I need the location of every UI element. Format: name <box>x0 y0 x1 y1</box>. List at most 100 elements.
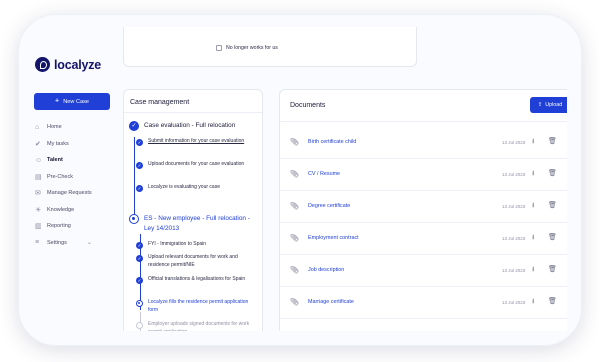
download-icon[interactable]: ⭳ <box>532 297 534 308</box>
document-row[interactable]: 📎︎ Employment contract 13 Jul 2023 ⭳ 🗑︎ <box>280 223 567 255</box>
step-label: Upload relevant documents for work and r… <box>148 254 238 268</box>
timeline-line <box>133 137 135 221</box>
current-step-icon <box>136 300 143 307</box>
check-icon: ✓ <box>136 242 143 249</box>
logo[interactable]: localyze <box>35 57 101 72</box>
home-icon: ⌂ <box>35 123 40 131</box>
document-name[interactable]: Marriage certificate <box>308 299 354 305</box>
document-date: 13 Jul 2023 <box>502 235 526 241</box>
sidebar-item-knowledge[interactable]: ☀ Knowledge <box>35 202 115 219</box>
document-name[interactable]: Birth certificate child <box>308 139 356 145</box>
step-label: Official translations & legalisations fo… <box>148 276 246 282</box>
sidebar-item-my-tasks[interactable]: ✔ My tasks <box>35 136 115 153</box>
document-name[interactable]: Degree certificate <box>308 203 350 209</box>
sidebar-item-talent[interactable]: ☺ Talent <box>35 152 115 169</box>
chevron-down-icon: ⌄ <box>86 240 92 247</box>
sidebar-nav: ⌂ Home ✔ My tasks ☺ Talent ▤ Pre-Check ✉ <box>35 119 115 251</box>
sidebar-item-pre-check[interactable]: ▤ Pre-Check <box>35 169 115 186</box>
trash-icon[interactable]: 🗑︎ <box>548 137 557 145</box>
step-label: Submit information for your case evaluat… <box>148 138 245 144</box>
download-icon[interactable]: ⭳ <box>532 233 534 244</box>
document-date: 13 Jul 2023 <box>502 139 526 145</box>
sidebar-item-label: Settings <box>47 239 67 246</box>
sidebar-item-label: Reporting <box>47 223 71 230</box>
current-step-icon <box>129 214 139 224</box>
no-longer-works-label: No longer works for us <box>226 44 278 51</box>
sidebar-item-reporting[interactable]: ▥ Reporting <box>35 218 115 235</box>
sidebar-item-label: Manage Requests <box>47 190 92 197</box>
trash-icon[interactable]: 🗑︎ <box>548 297 557 305</box>
step-label: FYI - Immigration to Spain <box>148 241 207 247</box>
step-label: Localyze is evaluating your case <box>148 184 220 190</box>
download-icon[interactable]: ⭳ <box>532 137 534 148</box>
localyze-logo-icon <box>35 57 50 72</box>
trash-icon[interactable]: 🗑︎ <box>548 169 557 177</box>
paperclip-icon: 📎︎ <box>290 235 299 242</box>
upload-icon: ⇪ <box>537 102 543 108</box>
sidebar-item-label: Pre-Check <box>47 173 73 180</box>
mail-icon: ✉ <box>35 190 41 198</box>
sidebar-item-label: My tasks <box>47 140 69 147</box>
sliders-icon: ≡ <box>35 239 40 247</box>
logo-text: localyze <box>54 57 102 72</box>
document-name[interactable]: CV / Resume <box>308 171 340 177</box>
lightbulb-icon: ☀ <box>35 206 42 214</box>
divider <box>124 112 262 113</box>
documents-panel: Documents ⇪ Upload 📎︎ Birth certificate … <box>279 89 567 331</box>
case-management-title: Case management <box>130 99 190 106</box>
check-icon: ✓ <box>136 255 143 262</box>
step-label: Employer uploads signed documents for wo… <box>148 321 250 331</box>
sidebar-item-manage-requests[interactable]: ✉ Manage Requests <box>35 185 115 202</box>
case-management-panel: Case management ✓ Case evaluation - Full… <box>123 89 263 331</box>
document-date: 13 Jul 2023 <box>502 171 526 177</box>
download-icon[interactable]: ⭳ <box>532 201 534 212</box>
no-longer-works-checkbox[interactable] <box>216 45 222 51</box>
milestone-title: Case evaluation - Full relocation <box>144 122 236 129</box>
employment-status-card: No longer works for us <box>123 27 417 67</box>
paperclip-icon: 📎︎ <box>290 171 299 178</box>
document-row[interactable]: 📎︎ Degree certificate 13 Jul 2023 ⭳ 🗑︎ <box>280 191 567 223</box>
document-check-icon: ▤ <box>35 173 42 181</box>
paperclip-icon: 📎︎ <box>290 203 299 210</box>
milestone-title: ES - New employee - Full relocation - Le… <box>144 215 250 232</box>
sidebar-item-label: Home <box>47 124 62 131</box>
paperclip-icon: 📎︎ <box>290 299 299 306</box>
sidebar-item-label: Knowledge <box>47 206 75 213</box>
pending-step-icon <box>136 322 143 329</box>
check-icon: ✓ <box>136 139 143 146</box>
device-frame: localyze ➕︎ New Case ⌂ Home ✔ My tasks ☺… <box>18 14 582 346</box>
download-icon[interactable]: ⭳ <box>532 265 534 276</box>
paperclip-icon: 📎︎ <box>290 139 299 146</box>
report-icon: ▥ <box>35 223 42 231</box>
documents-title: Documents <box>290 102 326 109</box>
download-icon[interactable]: ⭳ <box>532 169 534 180</box>
document-row[interactable]: 📎︎ CV / Resume 13 Jul 2023 ⭳ 🗑︎ <box>280 159 567 191</box>
check-icon: ✓ <box>136 162 143 169</box>
document-name[interactable]: Employment contract <box>308 235 359 241</box>
document-row[interactable]: 📎︎ Marriage certificate 13 Jul 2023 ⭳ 🗑︎ <box>280 287 567 319</box>
trash-icon[interactable]: 🗑︎ <box>548 233 557 241</box>
document-row[interactable]: 📎︎ Job description 13 Jul 2023 ⭳ 🗑︎ <box>280 255 567 287</box>
document-name[interactable]: Job description <box>308 267 344 273</box>
document-date: 13 Jul 2023 <box>502 299 526 305</box>
sidebar-item-home[interactable]: ⌂ Home <box>35 119 115 136</box>
trash-icon[interactable]: 🗑︎ <box>548 265 557 273</box>
new-case-button[interactable]: ➕︎ New Case <box>34 93 110 110</box>
user-icon: ☺ <box>35 156 43 164</box>
check-icon: ✓ <box>136 185 143 192</box>
document-row[interactable]: 📎︎ Birth certificate child 13 Jul 2023 ⭳… <box>280 127 567 159</box>
add-user-icon: ➕︎ <box>54 98 60 104</box>
step-label: Upload documents for your case evaluatio… <box>148 161 245 167</box>
check-icon: ✓ <box>129 121 139 131</box>
step-label: Localyze fills the residence permit appl… <box>148 299 249 313</box>
check-circle-icon: ✔ <box>35 140 41 148</box>
sidebar: localyze ➕︎ New Case ⌂ Home ✔ My tasks ☺… <box>33 27 115 331</box>
paperclip-icon: 📎︎ <box>290 267 299 274</box>
check-icon: ✓ <box>136 277 143 284</box>
app-window: localyze ➕︎ New Case ⌂ Home ✔ My tasks ☺… <box>33 27 567 331</box>
sidebar-item-settings[interactable]: ≡ Settings ⌄ <box>35 235 115 252</box>
upload-button[interactable]: ⇪ Upload <box>530 97 567 113</box>
trash-icon[interactable]: 🗑︎ <box>548 201 557 209</box>
sidebar-item-label: Talent <box>47 157 63 164</box>
new-case-label: New Case <box>63 98 90 105</box>
